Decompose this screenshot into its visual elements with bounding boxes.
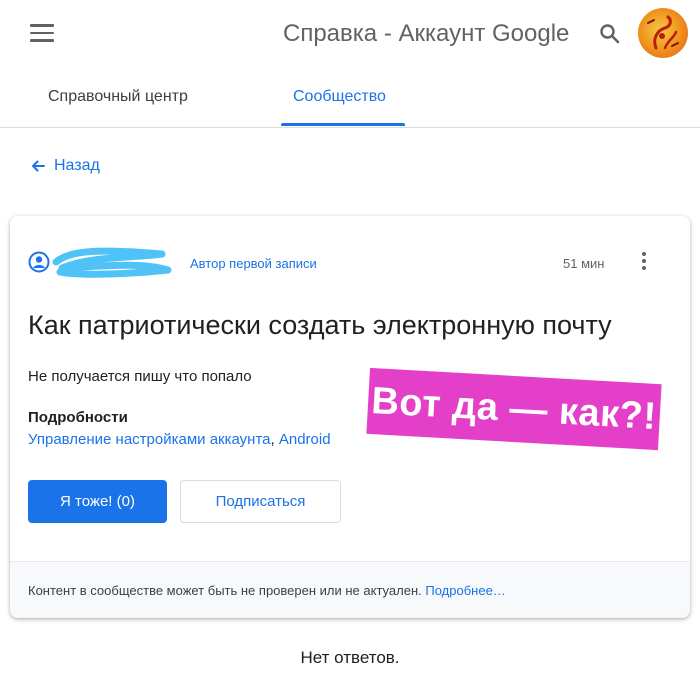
more-vert-icon[interactable] [638, 250, 650, 274]
active-tab-indicator [281, 123, 405, 126]
no-replies-text: Нет ответов. [300, 648, 400, 667]
footer-disclaimer-text: Контент в сообществе может быть не прове… [28, 583, 422, 598]
account-circle-icon [28, 251, 50, 273]
back-link[interactable]: Назад [30, 157, 100, 175]
footer-disclaimer: Контент в сообществе может быть не прове… [28, 583, 506, 598]
search-icon[interactable] [598, 22, 622, 46]
arrow-left-icon [32, 160, 45, 172]
tab-community[interactable]: Сообщество [293, 88, 386, 106]
post-body: Не получается пишу что попало [28, 368, 252, 385]
menu-icon[interactable] [30, 24, 54, 44]
avatar[interactable] [638, 8, 688, 58]
original-poster-badge: Автор первой записи [190, 256, 317, 271]
top-app-bar: Справка - Аккаунт Google [0, 0, 700, 70]
details-separator: , [270, 431, 279, 448]
subscribe-button[interactable]: Подписаться [180, 480, 341, 523]
card-footer: Контент в сообществе может быть не прове… [10, 561, 690, 618]
sticker-text: Вот да — как?! [370, 379, 658, 438]
redacted-author-name [52, 244, 172, 280]
post-title: Как патриотически создать электронную по… [28, 310, 612, 340]
app-title: Справка - Аккаунт Google [283, 20, 570, 47]
details-links: Управление настройками аккаунта, Android [28, 431, 331, 448]
post-time: 51 мин [563, 256, 605, 271]
details-label: Подробности [28, 409, 128, 426]
details-link-android[interactable]: Android [279, 431, 331, 448]
tab-bar: Справочный центр Сообщество [0, 70, 700, 128]
details-link-account-settings[interactable]: Управление настройками аккаунта [28, 431, 271, 448]
learn-more-link[interactable]: Подробнее… [425, 583, 505, 598]
tab-help-center[interactable]: Справочный центр [48, 88, 188, 106]
me-too-button[interactable]: Я тоже! (0) [28, 480, 167, 523]
back-label: Назад [54, 157, 100, 174]
